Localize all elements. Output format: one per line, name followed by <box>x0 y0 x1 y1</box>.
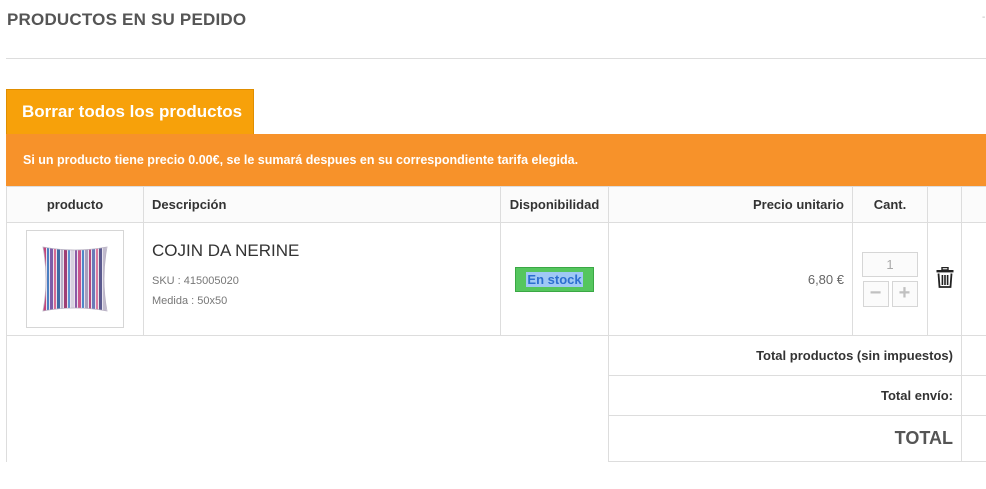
header-end <box>961 186 986 223</box>
corner-mark: - <box>982 12 986 23</box>
header-availability: Disponibilidad <box>500 186 609 223</box>
product-thumbnail-cell <box>6 222 144 336</box>
quantity-input[interactable]: 1 <box>862 251 918 277</box>
header-unit-price: Precio unitario <box>608 186 853 223</box>
page-title: PRODUCTOS EN SU PEDIDO <box>7 10 247 29</box>
quantity-increase-button[interactable]: + <box>891 280 918 307</box>
striped-cushion-image <box>31 235 119 323</box>
stock-status-text: En stock <box>526 271 583 287</box>
grand-total-value <box>961 415 986 462</box>
total-products-label: Total productos (sin impuestos) <box>608 335 962 376</box>
availability-cell: En stock <box>500 222 609 336</box>
product-name[interactable]: COJIN DA NERINE <box>152 241 500 261</box>
quantity-decrease-button[interactable]: − <box>862 280 889 307</box>
header-description: Descripción <box>143 186 501 223</box>
quantity-stepper: − + <box>853 280 927 307</box>
total-shipping-label: Total envío: <box>608 375 962 416</box>
totals-row-products: Total productos (sin impuestos) <box>6 335 986 462</box>
title-divider <box>6 58 986 59</box>
cart-table: producto Descripción Disponibilidad Prec… <box>6 186 986 462</box>
quantity-cell: 1 − + <box>852 222 928 336</box>
totals-spacer <box>6 335 609 462</box>
grand-total-text: TOTAL <box>894 428 953 448</box>
product-description-cell: COJIN DA NERINE SKU : 415005020 Medida :… <box>143 222 501 336</box>
product-size: Medida : 50x50 <box>152 295 228 307</box>
delete-cell <box>927 222 962 336</box>
row-end-cell <box>961 222 986 336</box>
product-thumbnail-link[interactable] <box>26 230 124 328</box>
total-products-value <box>961 335 986 376</box>
header-product: producto <box>6 186 144 223</box>
unit-price: 6,80 € <box>608 222 853 336</box>
product-sku: SKU : 415005020 <box>152 275 239 287</box>
price-notice-banner: Si un producto tiene precio 0.00€, se le… <box>6 134 986 186</box>
total-shipping-value <box>961 375 986 416</box>
table-row: COJIN DA NERINE SKU : 415005020 Medida :… <box>6 222 986 336</box>
grand-total-label: TOTAL <box>608 415 962 462</box>
clear-all-products-button[interactable]: Borrar todos los productos <box>6 89 254 134</box>
header-quantity: Cant. <box>852 186 928 223</box>
header-delete <box>927 186 962 223</box>
trash-icon[interactable] <box>936 267 954 288</box>
stock-status-badge: En stock <box>515 266 594 292</box>
cart-header-row: producto Descripción Disponibilidad Prec… <box>6 186 986 223</box>
